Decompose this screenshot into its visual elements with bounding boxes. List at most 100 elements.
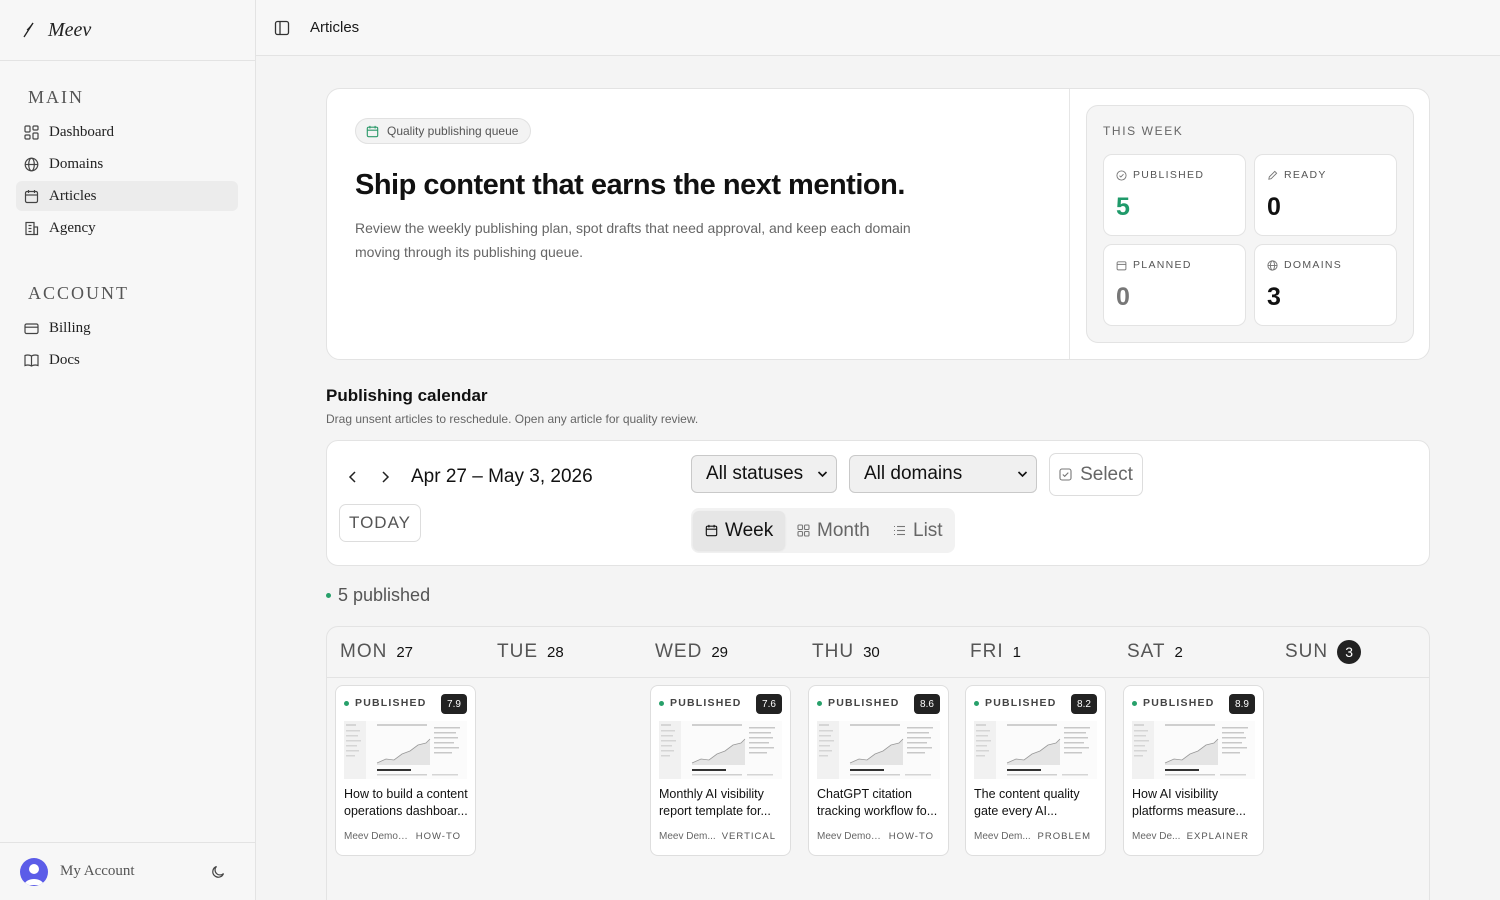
brand[interactable]: Meev bbox=[0, 0, 255, 61]
day-name: WED bbox=[655, 641, 703, 662]
this-week-panel: THIS WEEK PUBLISHED 5 READY 0 PLANNED 0 bbox=[1086, 105, 1414, 343]
list-icon bbox=[893, 524, 906, 537]
article-thumbnail bbox=[1132, 721, 1255, 779]
globe-icon bbox=[1267, 259, 1278, 271]
pencil-icon bbox=[1267, 170, 1278, 181]
book-icon bbox=[24, 353, 39, 368]
day-name: FRI bbox=[970, 641, 1004, 662]
day-header-today: SUN 3 bbox=[1285, 640, 1362, 664]
calendar-controls: Apr 27 – May 3, 2026 TODAY All statuses … bbox=[326, 440, 1430, 566]
calendar-title: Publishing calendar bbox=[326, 386, 488, 405]
day-header: THU 30 bbox=[812, 641, 880, 663]
next-week-button[interactable] bbox=[377, 468, 393, 486]
article-thumbnail bbox=[659, 721, 782, 779]
sidebar-item-domains[interactable]: Domains bbox=[16, 149, 238, 179]
article-card[interactable]: PUBLISHED 7.6 Monthly AI visibility report… bbox=[650, 685, 791, 856]
account-label[interactable]: My Account bbox=[60, 863, 135, 880]
sidebar-item-label: Billing bbox=[49, 319, 91, 336]
select-button[interactable]: Select bbox=[1049, 453, 1143, 496]
status-dot bbox=[344, 700, 349, 706]
sidebar-item-docs[interactable]: Docs bbox=[16, 345, 238, 375]
card-domain: Meev Demo ... bbox=[817, 831, 881, 842]
sidebar-item-label: Docs bbox=[49, 351, 80, 368]
article-thumbnail bbox=[344, 721, 467, 779]
stat-published: PUBLISHED 5 bbox=[1103, 154, 1246, 236]
card-status: PUBLISHED bbox=[817, 697, 899, 709]
prev-week-button[interactable] bbox=[345, 468, 361, 486]
stat-planned: PLANNED 0 bbox=[1103, 244, 1246, 326]
calendar-icon bbox=[705, 524, 718, 537]
view-month-label: Month bbox=[817, 519, 870, 541]
article-card[interactable]: PUBLISHED 8.6 ChatGPT citation tracking wo… bbox=[808, 685, 949, 856]
dashboard-icon bbox=[24, 124, 39, 140]
status-dot bbox=[974, 700, 979, 706]
status-dot bbox=[659, 700, 664, 706]
view-list-button[interactable]: List bbox=[881, 511, 955, 550]
sidebar-toggle-icon[interactable] bbox=[274, 20, 290, 36]
domain-filter-value: All domains bbox=[864, 463, 963, 484]
card-domain: Meev Demo ... bbox=[344, 831, 408, 842]
article-thumbnail bbox=[817, 721, 940, 779]
today-button[interactable]: TODAY bbox=[339, 504, 421, 542]
domain-filter-select[interactable]: All domains bbox=[849, 455, 1037, 493]
card-title: ChatGPT citation tracking workflow fo... bbox=[817, 787, 938, 818]
article-card[interactable]: PUBLISHED 7.9 How to build a content opera… bbox=[335, 685, 476, 856]
card-type: HOW-TO bbox=[415, 831, 461, 842]
brand-name: Meev bbox=[48, 18, 92, 41]
sidebar-item-agency[interactable]: Agency bbox=[16, 213, 238, 243]
today-number-badge: 3 bbox=[1337, 640, 1362, 664]
hero-panel: Quality publishing queue Ship content th… bbox=[326, 88, 1430, 360]
sidebar-item-dashboard[interactable]: Dashboard bbox=[16, 117, 238, 147]
stat-label: PLANNED bbox=[1116, 259, 1192, 271]
stat-label-text: READY bbox=[1284, 169, 1327, 181]
select-button-label: Select bbox=[1080, 463, 1133, 485]
stat-value: 3 bbox=[1267, 283, 1281, 311]
stat-ready: READY 0 bbox=[1254, 154, 1397, 236]
card-domain: Meev Dem... bbox=[659, 831, 716, 842]
avatar[interactable] bbox=[20, 857, 48, 886]
stat-label-text: PLANNED bbox=[1133, 259, 1192, 271]
sidebar-item-label: Articles bbox=[49, 187, 97, 204]
calendar-icon bbox=[1116, 260, 1127, 271]
card-status: PUBLISHED bbox=[659, 697, 741, 709]
page-title: Articles bbox=[310, 19, 360, 36]
sidebar-item-billing[interactable]: Billing bbox=[16, 313, 238, 343]
this-week-label: THIS WEEK bbox=[1103, 124, 1184, 138]
card-status-label: PUBLISHED bbox=[985, 697, 1057, 709]
card-status-label: PUBLISHED bbox=[355, 697, 427, 709]
stat-label: PUBLISHED bbox=[1116, 169, 1204, 181]
article-card[interactable]: PUBLISHED 8.9 How AI visibility platforms … bbox=[1123, 685, 1264, 856]
chevron-down-icon bbox=[1017, 468, 1028, 480]
day-number: 1 bbox=[1012, 643, 1021, 661]
calendar-icon bbox=[24, 189, 39, 204]
quality-score-badge: 8.9 bbox=[1229, 694, 1255, 714]
day-number: 2 bbox=[1174, 643, 1183, 661]
day-name: SAT bbox=[1127, 641, 1166, 662]
day-number: 28 bbox=[547, 643, 564, 661]
stat-label-text: PUBLISHED bbox=[1133, 169, 1205, 181]
card-title: How AI visibility platforms measure... bbox=[1132, 787, 1246, 818]
building-icon bbox=[24, 221, 39, 236]
article-thumbnail bbox=[974, 721, 1097, 779]
account-row[interactable]: My Account bbox=[0, 842, 256, 900]
day-header: MON 27 bbox=[340, 641, 413, 663]
status-filter-select[interactable]: All statuses bbox=[691, 455, 837, 493]
sidebar-item-articles[interactable]: Articles bbox=[16, 181, 238, 211]
chevron-right-icon bbox=[380, 471, 390, 483]
article-card[interactable]: PUBLISHED 8.2 The content quality gate eve… bbox=[965, 685, 1106, 856]
quality-score-badge: 8.2 bbox=[1071, 694, 1097, 714]
stat-value: 0 bbox=[1267, 193, 1281, 221]
moon-icon[interactable] bbox=[211, 864, 226, 879]
hero-title: Ship content that earns the next mention… bbox=[355, 169, 905, 201]
quality-score-badge: 7.9 bbox=[441, 694, 467, 714]
view-list-label: List bbox=[913, 519, 943, 541]
quality-score-badge: 7.6 bbox=[756, 694, 782, 714]
view-month-button[interactable]: Month bbox=[785, 511, 882, 550]
nav-section-account: ACCOUNT bbox=[28, 283, 130, 303]
day-name: THU bbox=[812, 641, 855, 662]
stat-domains: DOMAINS 3 bbox=[1254, 244, 1397, 326]
status-dot bbox=[817, 700, 822, 706]
view-week-button[interactable]: Week bbox=[693, 511, 786, 550]
day-name: SUN bbox=[1285, 641, 1329, 662]
quality-score-badge: 8.6 bbox=[914, 694, 940, 714]
